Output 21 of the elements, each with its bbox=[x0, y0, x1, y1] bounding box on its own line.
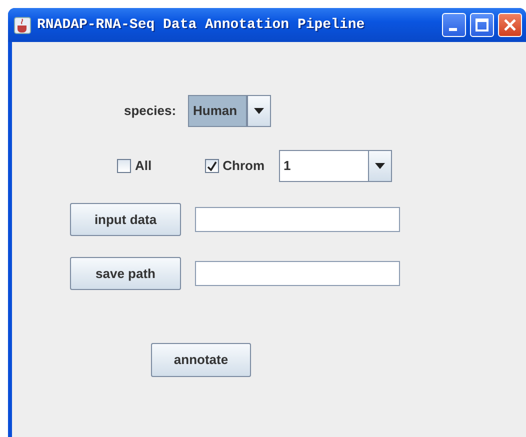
annotate-button[interactable]: annotate bbox=[151, 343, 251, 377]
maximize-icon bbox=[475, 18, 489, 32]
minimize-icon bbox=[449, 28, 457, 30]
caret-icon bbox=[374, 163, 385, 169]
coffee-cup-icon bbox=[14, 16, 31, 34]
chrom-checkbox[interactable]: Chrom bbox=[204, 156, 265, 176]
close-button[interactable] bbox=[498, 13, 522, 37]
save-path-field[interactable] bbox=[195, 261, 400, 286]
close-icon bbox=[503, 18, 517, 32]
save-path-button[interactable]: save path bbox=[70, 257, 181, 290]
minimize-button[interactable] bbox=[442, 13, 466, 37]
species-dropdown[interactable]: Human bbox=[188, 95, 272, 127]
chrom-dropdown[interactable]: 1 bbox=[278, 150, 392, 182]
check-icon bbox=[206, 161, 217, 171]
window-title: RNADAP-RNA-Seq Data Annotation Pipeline bbox=[37, 16, 365, 34]
caret-icon bbox=[254, 108, 264, 114]
maximize-button[interactable] bbox=[470, 13, 494, 37]
species-label: species: bbox=[124, 102, 176, 120]
input-data-field[interactable] bbox=[195, 207, 400, 232]
input-data-button[interactable]: input data bbox=[70, 203, 181, 236]
all-checkbox[interactable]: All bbox=[117, 156, 152, 176]
